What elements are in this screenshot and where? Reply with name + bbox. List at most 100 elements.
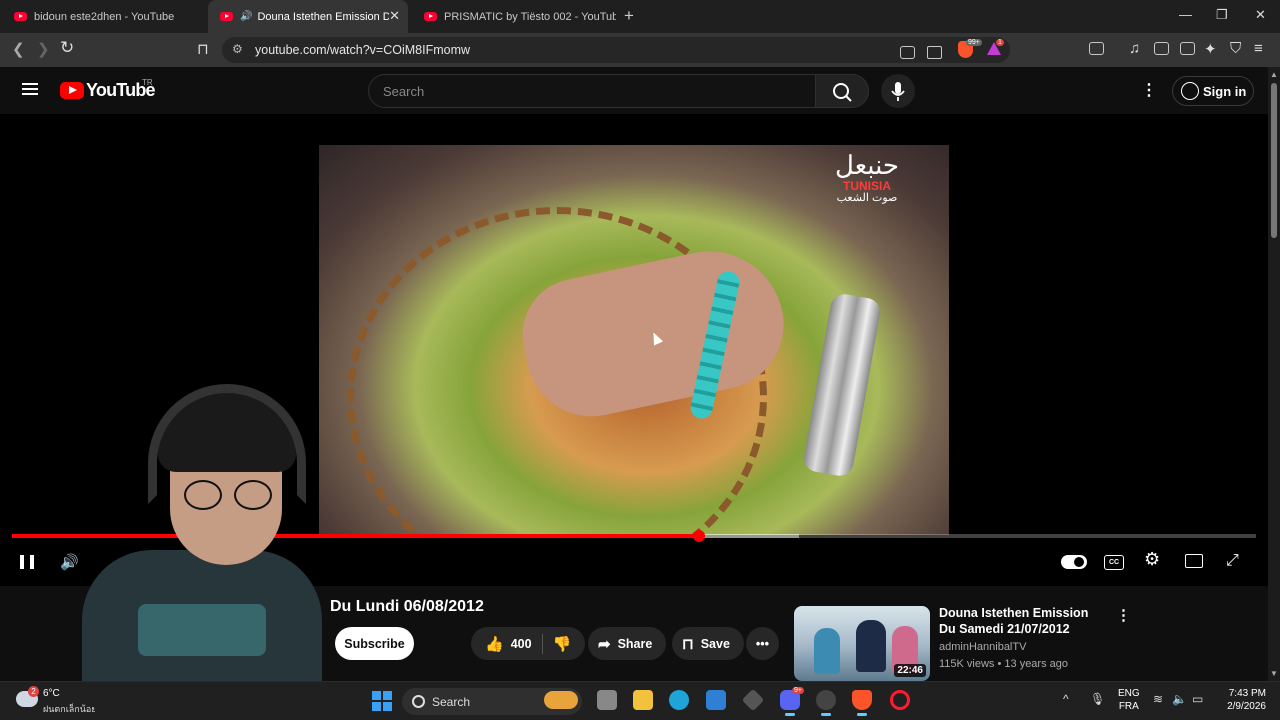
leo-ai-icon[interactable]: ✦ [1204,40,1217,58]
youtube-logo-icon[interactable] [60,82,84,99]
save-button[interactable]: ⊓ Save [672,627,744,660]
steam-icon[interactable] [816,690,836,716]
music-icon[interactable]: ♫ [1129,40,1140,57]
navigation-bar: ❮ ❯ ↻ ⊓ ⚙ youtube.com/watch?v=COiM8IFmom… [0,33,1280,67]
channel-watermark: حنبعل TUNISIA صوت الشعب [835,151,899,204]
discord-badge: 9+ [792,687,804,694]
audio-playing-icon[interactable]: 🔊 [240,11,252,22]
watch-image [801,292,883,478]
captions-button[interactable]: CC [1104,555,1124,570]
hamburger-menu-icon[interactable] [22,83,38,95]
wifi-icon[interactable]: ≋ [1153,692,1163,706]
watermark-logo: حنبعل [835,151,899,181]
menu-icon[interactable]: ≡ [1254,40,1263,57]
more-actions-button[interactable]: ••• [746,627,779,660]
language-indicator[interactable]: ENG FRA [1118,687,1140,713]
recommended-kebab-icon[interactable]: ⋮ [1116,606,1131,624]
theater-mode-icon[interactable] [1185,554,1203,568]
restore-icon[interactable]: ❐ [1216,7,1228,23]
reload-icon[interactable]: ↻ [60,38,74,58]
new-tab-plus-icon[interactable]: + [624,6,634,26]
webcam-overlay [60,372,328,681]
share-button[interactable]: ➦ Share [588,627,667,660]
opera-icon[interactable] [890,690,910,710]
brave-taskbar-icon[interactable] [852,690,872,716]
tab-douna-active[interactable]: 🔊 Douna Istethen Emission Du l ✕ [208,0,408,33]
clock-date: 2/9/2026 [1227,701,1266,712]
weather-description[interactable]: ฝนตกเล็กน้อย [43,702,95,716]
search-box [368,74,816,108]
recommended-thumbnail[interactable]: 22:46 [794,606,930,681]
autoplay-toggle[interactable] [1061,555,1087,569]
close-window-icon[interactable]: ✕ [1255,7,1266,23]
lang-secondary: FRA [1118,701,1139,712]
task-view-icon[interactable] [597,690,617,710]
weather-temp[interactable]: 6°C [43,688,60,699]
watermark-country: TUNISIA [843,179,891,194]
glasses-lens [234,480,272,510]
save-label: Save [700,636,730,651]
scroll-thumb[interactable] [1271,83,1277,238]
site-info-icon[interactable]: ⚙ [232,42,243,56]
speaker-icon[interactable]: 🔈 [1172,692,1187,706]
fullscreen-icon[interactable]: ⤢ [1226,552,1239,570]
divider [541,633,543,654]
cast-icon[interactable] [900,46,915,59]
bookmark-icon[interactable]: ⊓ [197,40,209,58]
shields-count-badge: 99+ [966,39,982,46]
close-tab-icon[interactable]: ✕ [389,8,400,24]
scrubber-handle[interactable] [692,530,705,542]
youtube-favicon-icon [424,12,437,21]
country-code: TR [142,78,153,87]
forward-icon[interactable]: ❯ [37,40,50,58]
sign-in-button[interactable]: Sign in [1172,76,1254,106]
search-button[interactable] [815,74,869,108]
shirt-graphic [138,604,266,656]
tab-prismatic[interactable]: PRISMATIC by Tiësto 002 - YouTube [412,0,616,33]
clock-time: 7:43 PM [1228,688,1266,699]
settings-gear-icon[interactable]: ⚙ [1144,549,1160,570]
address-bar[interactable]: ⚙ youtube.com/watch?v=COiM8IFmomw [222,37,1010,63]
edge-icon[interactable] [669,690,689,710]
screenshot-icon[interactable] [1089,42,1104,55]
like-icon[interactable]: 👍 [485,635,504,653]
dislike-icon[interactable]: 👎 [553,635,572,653]
page-scrollbar[interactable]: ▲ ▼ [1268,67,1280,681]
settings-kebab-icon[interactable]: ⋮ [1141,81,1157,101]
share-page-icon[interactable] [927,46,942,59]
headset-icon [148,384,306,504]
start-button[interactable] [372,691,392,711]
app-icon[interactable] [741,688,765,712]
wallet-icon[interactable] [1180,42,1195,55]
show-hidden-icons-icon[interactable]: ^ [1063,692,1069,706]
tab-bidoun[interactable]: bidoun este2dhen - YouTube [2,0,206,33]
subscribe-button[interactable]: Subscribe [335,627,414,660]
vpn-shield-icon[interactable]: ⛉ [1230,40,1241,57]
battery-icon[interactable]: ▭ [1192,692,1203,706]
like-count[interactable]: 400 [511,637,532,651]
url-text[interactable]: youtube.com/watch?v=COiM8IFmomw [255,43,470,57]
search-input[interactable] [369,75,815,107]
tab-title: bidoun este2dhen - YouTube [34,10,175,23]
scroll-up-icon[interactable]: ▲ [1270,70,1278,79]
scroll-down-icon[interactable]: ▼ [1270,669,1278,678]
pizza-widget-icon[interactable] [544,691,578,709]
file-explorer-icon[interactable] [633,690,653,710]
pause-icon[interactable] [20,555,34,569]
save-bookmark-icon: ⊓ [682,635,694,653]
sidebar-icon[interactable] [1154,42,1169,55]
store-icon[interactable] [706,690,726,710]
recommended-title[interactable]: Douna Istethen Emission Du Samedi 21/07/… [939,605,1099,637]
more-icon: ••• [755,636,770,651]
youtube-header: YouTube TR ⋮ Sign in [0,67,1268,114]
video-frame[interactable]: حنبعل TUNISIA صوت الشعب [319,145,949,535]
sign-in-label: Sign in [1203,83,1247,99]
system-clock[interactable]: 7:43 PM 2/9/2026 [1222,687,1266,713]
voice-search-button[interactable] [881,74,915,108]
youtube-favicon-icon [220,12,233,21]
microphone-tray-icon[interactable]: 🎙 [1090,692,1105,706]
recommended-channel[interactable]: adminHannibalTV [939,641,1026,653]
watermark-slogan: صوت الشعب [836,191,898,204]
minimize-icon[interactable]: — [1179,7,1192,22]
back-icon[interactable]: ❮ [12,40,25,58]
